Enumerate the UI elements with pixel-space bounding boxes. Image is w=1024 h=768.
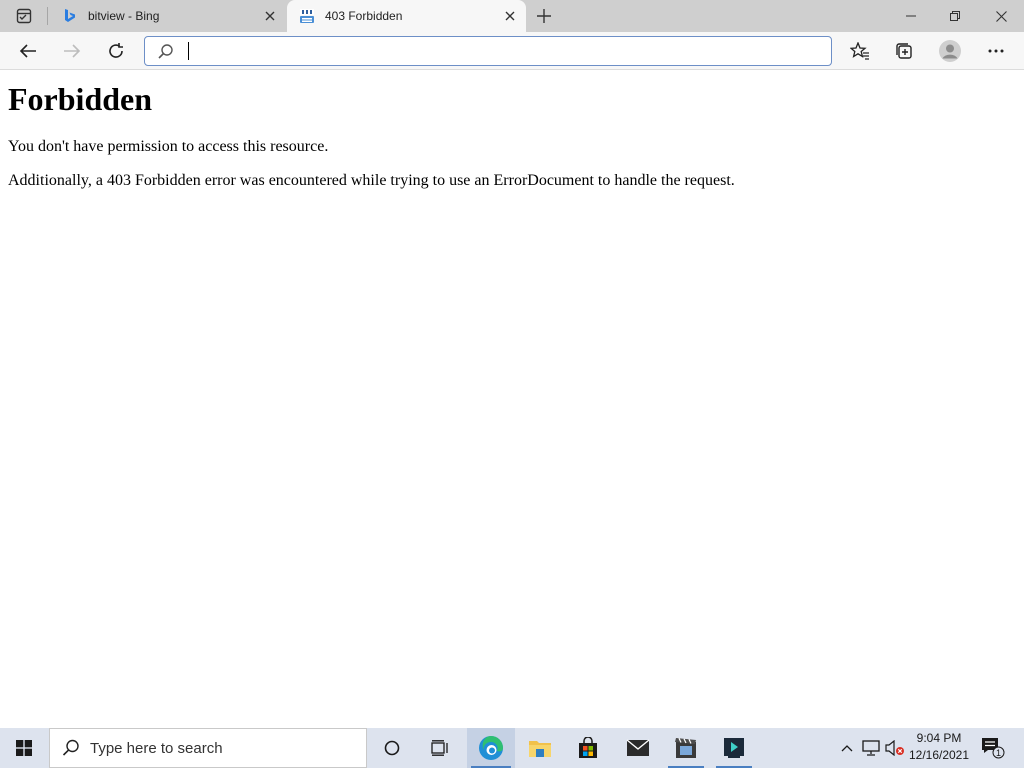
arrow-left-icon xyxy=(19,44,36,58)
plus-icon xyxy=(537,9,551,23)
movie-maker-taskbar-button[interactable] xyxy=(664,728,708,768)
favorites-button[interactable] xyxy=(844,36,876,66)
address-bar[interactable] xyxy=(144,36,832,66)
clock[interactable]: 9:04 PM 12/16/2021 xyxy=(906,730,972,766)
clock-time: 9:04 PM xyxy=(916,731,962,745)
collections-icon xyxy=(896,43,912,59)
file-explorer-taskbar-button[interactable] xyxy=(518,728,562,768)
windows-start-icon xyxy=(16,740,32,756)
cortana-button[interactable] xyxy=(372,728,412,768)
action-center-button[interactable]: 1 xyxy=(978,728,1008,768)
close-window-button[interactable] xyxy=(978,0,1024,32)
notification-count: 1 xyxy=(996,748,1001,758)
app-icon xyxy=(724,738,744,758)
volume-muted-icon xyxy=(885,740,904,756)
screen: bitview - Bing 403 Forbidden Forbidden Y… xyxy=(0,0,1024,768)
search-placeholder: Type here to search xyxy=(90,739,223,757)
start-button[interactable] xyxy=(0,728,48,768)
edge-icon xyxy=(479,736,503,760)
chevron-up-icon xyxy=(841,745,853,752)
tab-actions-icon xyxy=(16,8,32,24)
collections-button[interactable] xyxy=(888,36,920,66)
more-horizontal-icon xyxy=(988,49,1004,53)
search-icon xyxy=(158,44,173,59)
taskbar: Type here to search 9:04 PM 12/16/2021 1 xyxy=(0,728,1024,768)
bitview-icon xyxy=(299,8,315,24)
clock-date: 12/16/2021 xyxy=(908,748,970,762)
address-input[interactable] xyxy=(187,40,817,62)
profile-button[interactable] xyxy=(934,36,966,66)
app-taskbar-button[interactable] xyxy=(712,728,756,768)
page-title: Forbidden xyxy=(8,81,153,117)
edge-taskbar-button[interactable] xyxy=(467,728,515,768)
show-hidden-icons-button[interactable] xyxy=(838,728,856,768)
close-icon xyxy=(995,10,1007,22)
back-button[interactable] xyxy=(12,36,44,66)
store-icon xyxy=(579,737,597,758)
error-detail: Additionally, a 403 Forbidden error was … xyxy=(8,172,735,189)
restore-icon xyxy=(950,11,960,21)
avatar-icon xyxy=(939,40,961,62)
tab-separator xyxy=(47,7,48,25)
close-tab-icon[interactable] xyxy=(260,6,280,26)
refresh-button[interactable] xyxy=(100,36,132,66)
search-icon xyxy=(62,739,79,756)
browser-toolbar xyxy=(0,32,1024,70)
network-icon xyxy=(862,740,880,756)
tab-title: bitview - Bing xyxy=(88,9,160,23)
tab-title: 403 Forbidden xyxy=(325,9,403,23)
text-cursor xyxy=(188,42,189,60)
volume-tray-button[interactable] xyxy=(884,728,906,768)
restore-button[interactable] xyxy=(932,0,978,32)
minimize-icon xyxy=(906,15,916,17)
taskbar-search-box[interactable]: Type here to search xyxy=(49,728,367,768)
refresh-icon xyxy=(109,43,123,58)
notification-icon: 1 xyxy=(982,738,1005,759)
arrow-right-icon xyxy=(64,44,81,58)
forward-button[interactable] xyxy=(56,36,88,66)
favorites-star-icon xyxy=(850,42,869,60)
file-explorer-icon xyxy=(529,741,551,757)
close-tab-icon[interactable] xyxy=(500,6,520,26)
settings-more-button[interactable] xyxy=(980,36,1012,66)
tab-strip: bitview - Bing 403 Forbidden xyxy=(0,0,1024,32)
mail-icon xyxy=(626,739,650,756)
task-view-button[interactable] xyxy=(420,728,460,768)
minimize-button[interactable] xyxy=(888,0,934,32)
mail-taskbar-button[interactable] xyxy=(616,728,660,768)
task-view-icon xyxy=(431,740,448,756)
bing-icon xyxy=(62,8,78,24)
tab-actions-button[interactable] xyxy=(8,4,40,28)
tab-403-forbidden[interactable]: 403 Forbidden xyxy=(287,0,526,32)
page-content: Forbidden You don't have permission to a… xyxy=(0,71,1024,728)
cortana-circle-icon xyxy=(384,740,400,756)
movie-maker-icon xyxy=(675,738,696,758)
store-taskbar-button[interactable] xyxy=(566,728,610,768)
tab-bing[interactable]: bitview - Bing xyxy=(50,0,286,32)
error-message: You don't have permission to access this… xyxy=(8,138,329,155)
network-tray-button[interactable] xyxy=(860,728,882,768)
new-tab-button[interactable] xyxy=(532,4,556,28)
